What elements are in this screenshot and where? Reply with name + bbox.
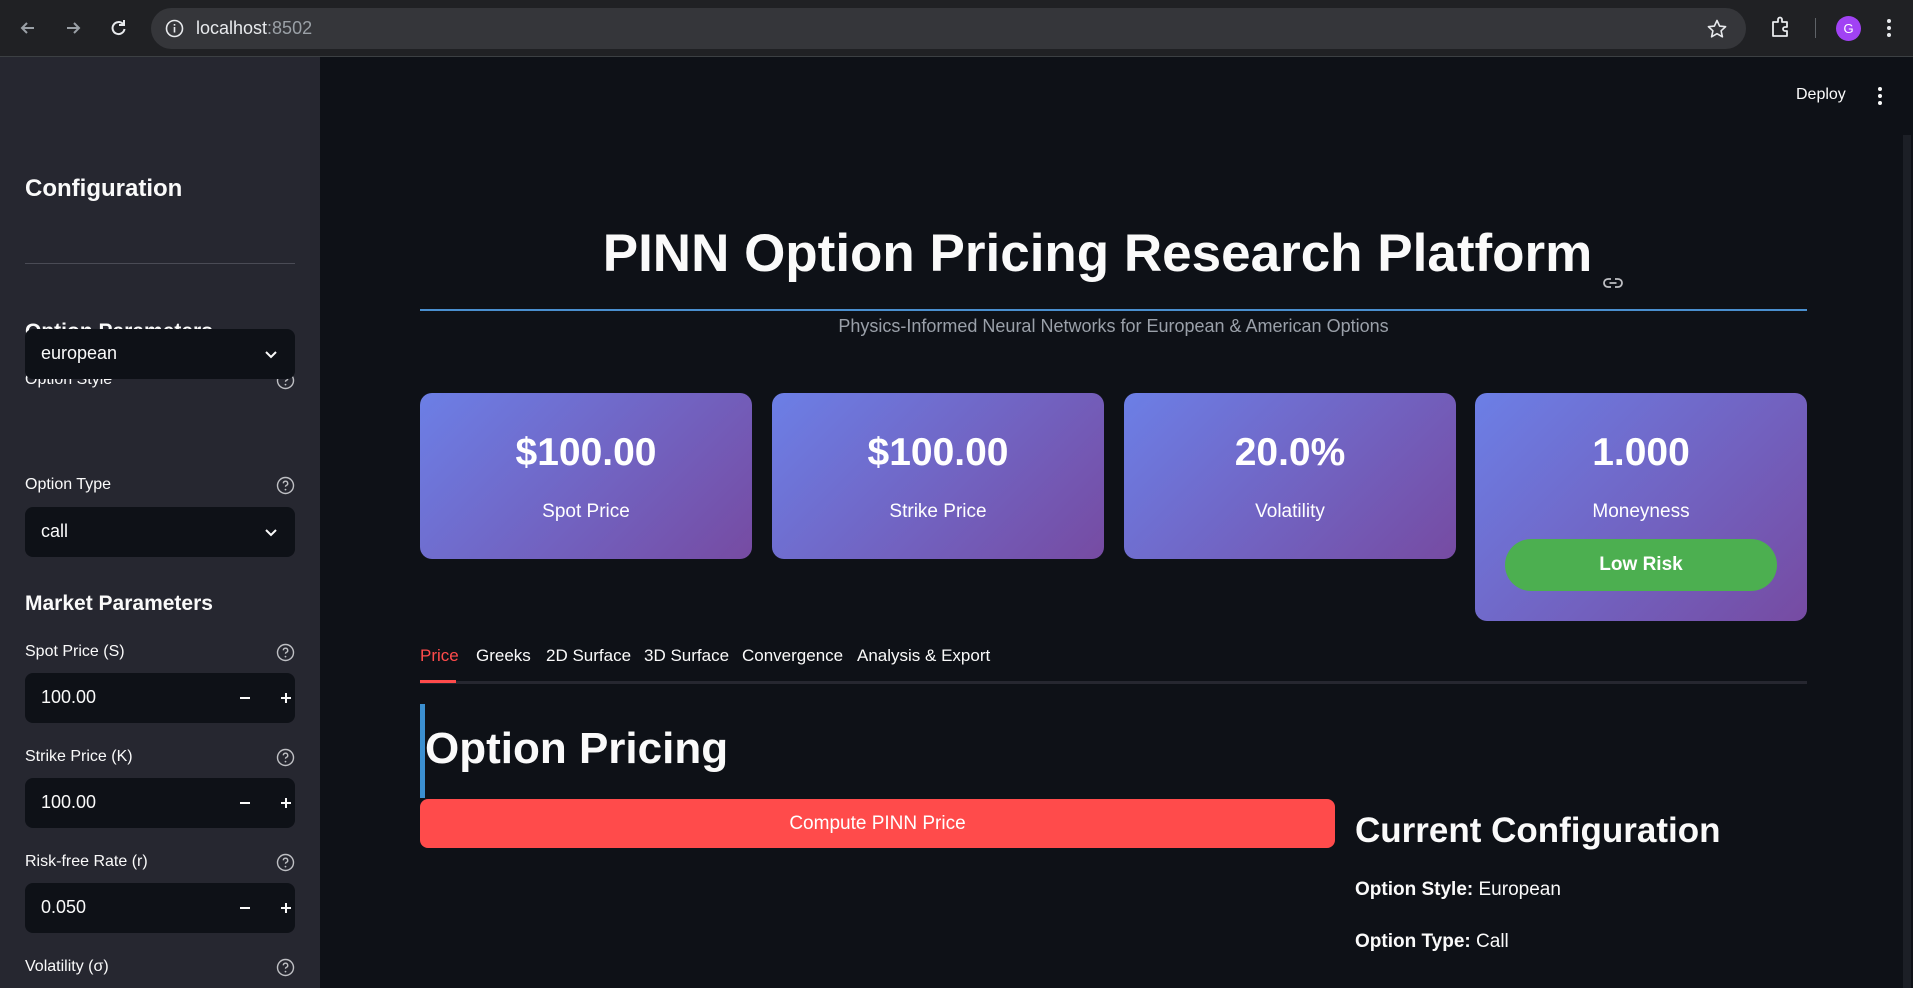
help-icon[interactable] [276, 748, 295, 767]
scrollbar[interactable] [1903, 135, 1911, 988]
tab-3d-surface[interactable]: 3D Surface [644, 646, 729, 666]
risk-badge: Low Risk [1505, 539, 1777, 591]
chevron-down-icon [263, 524, 279, 540]
address-bar[interactable]: localhost:8502 [151, 8, 1746, 49]
tab-greeks[interactable]: Greeks [476, 646, 531, 666]
option-style-select[interactable]: european [25, 329, 295, 379]
market-parameters-heading: Market Parameters [25, 592, 213, 615]
risk-free-rate-value: 0.050 [41, 897, 87, 917]
current-configuration-heading: Current Configuration [1355, 811, 1721, 850]
moneyness-card: 1.000 Moneyness Low Risk [1475, 393, 1807, 621]
page-subtitle: Physics-Informed Neural Networks for Eur… [838, 316, 1389, 336]
chevron-down-icon [263, 346, 279, 362]
bookmark-star-icon[interactable] [1706, 18, 1728, 40]
config-option-style: Option Style: European [1355, 879, 1561, 901]
browser-menu-icon[interactable] [1876, 14, 1902, 42]
sidebar: Configuration Option Parameters Option S… [0, 57, 320, 988]
spot-price-label: Spot Price (S) [25, 643, 125, 660]
card-label: Spot Price [542, 501, 630, 522]
compute-pinn-price-button[interactable]: Compute PINN Price [420, 799, 1335, 848]
card-label: Strike Price [889, 501, 987, 522]
volatility-label: Volatility (σ) [25, 958, 109, 975]
option-style-value: european [41, 343, 118, 363]
anchor-link-icon[interactable] [1602, 246, 1624, 288]
back-icon[interactable] [14, 14, 42, 42]
tab-price[interactable]: Price [420, 646, 459, 666]
tab-convergence[interactable]: Convergence [742, 646, 843, 666]
card-value: $100.00 [515, 431, 657, 474]
increment-icon[interactable] [274, 791, 298, 815]
help-icon[interactable] [276, 853, 295, 872]
help-icon[interactable] [276, 476, 295, 495]
tab-analysis-export[interactable]: Analysis & Export [857, 646, 990, 666]
section-title: Option Pricing [425, 724, 729, 773]
card-value: 20.0% [1234, 431, 1346, 474]
spot-price-value: 100.00 [41, 687, 97, 707]
help-icon[interactable] [276, 643, 295, 662]
risk-free-rate-label: Risk-free Rate (r) [25, 853, 148, 870]
spot-price-card: $100.00 Spot Price [420, 393, 752, 559]
strike-price-card: $100.00 Strike Price [772, 393, 1104, 559]
page-title: PINN Option Pricing Research Platform [420, 223, 1807, 288]
active-tab-indicator [420, 680, 456, 683]
forward-icon[interactable] [59, 14, 87, 42]
option-type-label: Option Type [25, 476, 111, 493]
profile-avatar[interactable]: G [1836, 16, 1861, 41]
page-title-text: PINN Option Pricing Research Platform [602, 224, 1593, 283]
deploy-button[interactable]: Deploy [1796, 86, 1846, 104]
url-port: :8502 [267, 18, 313, 38]
sidebar-title: Configuration [25, 175, 183, 202]
increment-icon[interactable] [274, 686, 298, 710]
strike-price-input[interactable]: 100.00 [25, 778, 295, 828]
sidebar-divider [25, 263, 295, 264]
strike-price-value: 100.00 [41, 792, 97, 812]
help-icon[interactable] [276, 958, 295, 977]
title-divider [420, 309, 1807, 311]
toolbar-divider [1815, 18, 1816, 38]
option-type-select[interactable]: call [25, 507, 295, 557]
decrement-icon[interactable] [233, 896, 257, 920]
url-host: localhost [196, 18, 268, 38]
tab-bar: Price Greeks 2D Surface 3D Surface Conve… [420, 640, 1807, 684]
extensions-icon[interactable] [1768, 14, 1794, 40]
tab-2d-surface[interactable]: 2D Surface [546, 646, 631, 666]
site-info-icon[interactable] [165, 19, 184, 38]
config-option-type: Option Type: Call [1355, 931, 1509, 953]
app-menu-icon[interactable] [1869, 84, 1891, 108]
card-value: 1.000 [1592, 431, 1690, 474]
config-key: Option Style: [1355, 879, 1474, 900]
increment-icon[interactable] [274, 896, 298, 920]
config-value: Call [1470, 931, 1509, 952]
url-text: localhost:8502 [196, 18, 312, 39]
reload-icon[interactable] [104, 14, 132, 42]
config-key: Option Type: [1355, 931, 1471, 952]
card-label: Moneyness [1592, 501, 1690, 522]
browser-toolbar: localhost:8502 G [0, 0, 1913, 57]
card-label: Volatility [1255, 501, 1325, 522]
volatility-card: 20.0% Volatility [1124, 393, 1456, 559]
spot-price-input[interactable]: 100.00 [25, 673, 295, 723]
risk-free-rate-input[interactable]: 0.050 [25, 883, 295, 933]
config-value: European [1473, 879, 1561, 900]
decrement-icon[interactable] [233, 686, 257, 710]
strike-price-label: Strike Price (K) [25, 748, 133, 765]
decrement-icon[interactable] [233, 791, 257, 815]
card-value: $100.00 [867, 431, 1009, 474]
option-type-value: call [41, 521, 69, 541]
